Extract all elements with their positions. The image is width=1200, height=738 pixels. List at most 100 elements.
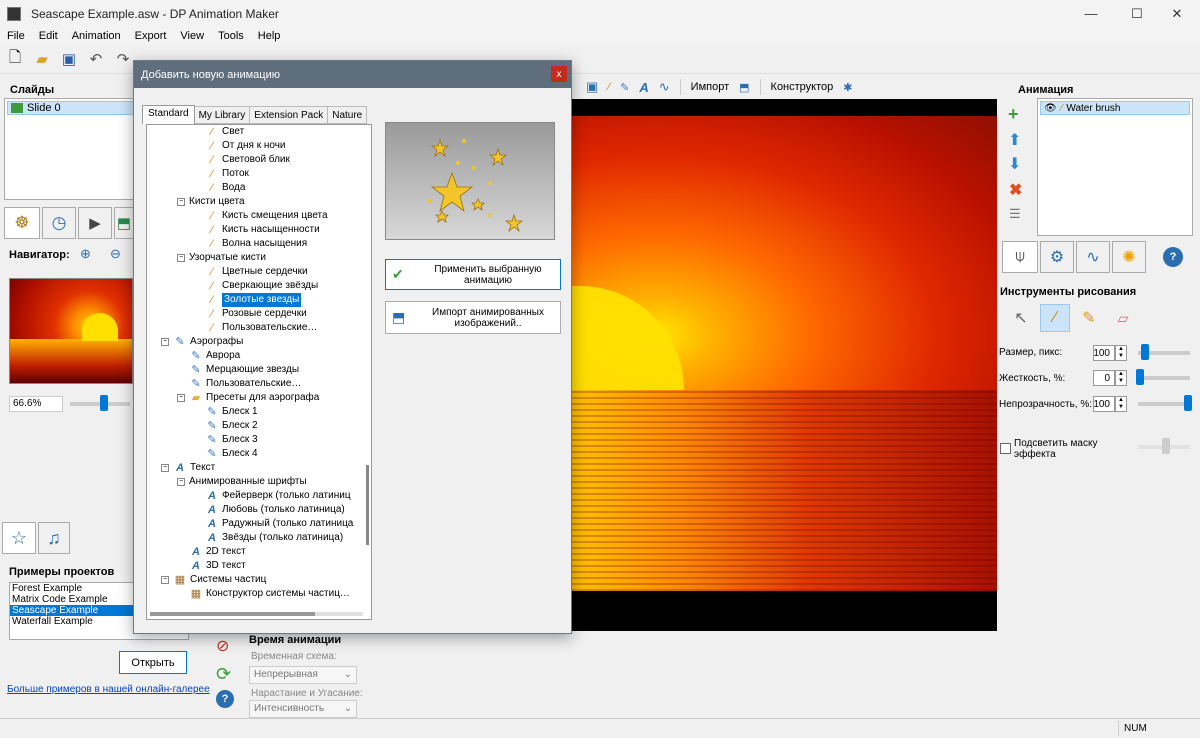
tree-item[interactable]: − Кисти цвета [177, 195, 245, 209]
tree-item[interactable]: A Фейерверк (только латиниц [205, 489, 351, 503]
tree-item[interactable]: ⁄ Золотые звезды [205, 293, 302, 307]
tree-item[interactable]: ⁄ Волна насыщения [205, 237, 307, 251]
zoom-out-icon[interactable]: ⊖ [110, 246, 121, 262]
tree-item[interactable]: A Радужный (только латиница [205, 517, 353, 531]
sun-icon[interactable]: ✺ [1112, 241, 1146, 273]
open-button[interactable]: Открыть [119, 651, 187, 674]
tree-item[interactable]: − ▦ Системы частиц [161, 573, 266, 587]
tab-my-library[interactable]: My Library [194, 106, 251, 124]
text-icon[interactable]: A [639, 80, 648, 95]
brush-icon[interactable]: ⁄ [608, 81, 610, 93]
collapse-icon[interactable]: − [161, 464, 169, 472]
navigator-preview[interactable] [9, 278, 133, 384]
tree-item[interactable]: ⁄ Свет [205, 125, 244, 139]
gallery-link[interactable]: Больше примеров в нашей онлайн-галерее [7, 684, 210, 695]
zoom-value-field[interactable]: 66.6% [9, 396, 63, 412]
hardness-slider-track[interactable] [1138, 376, 1190, 380]
help-icon[interactable]: ? [1163, 247, 1183, 267]
menu-view[interactable]: View [173, 30, 211, 42]
tree-item[interactable]: − A Текст [161, 461, 215, 475]
tree-item[interactable]: ⁄ Поток [205, 167, 249, 181]
import-icon[interactable]: ⬒ [739, 81, 749, 94]
tab-nature[interactable]: Nature [328, 106, 368, 124]
menu-edit[interactable]: Edit [32, 30, 65, 42]
wave-icon[interactable]: ∿ [1076, 241, 1110, 273]
apply-animation-button[interactable]: ✔ Применить выбранную анимацию [385, 259, 561, 290]
tree-item[interactable]: ✎ Блеск 1 [205, 405, 257, 419]
tree-item[interactable]: ⁄ Кисть смещения цвета [205, 209, 328, 223]
wave-icon[interactable]: ∿ [659, 79, 670, 95]
zoom-slider-thumb[interactable] [100, 395, 108, 411]
tree-hscroll-thumb[interactable] [150, 612, 315, 616]
menu-help[interactable]: Help [251, 30, 288, 42]
tree-item[interactable]: ✎ Пользовательские… [189, 377, 301, 391]
tree-item[interactable]: ✎ Блеск 3 [205, 433, 257, 447]
opacity-spinner[interactable]: ▲ ▼ [1115, 396, 1127, 412]
highlight-slider-thumb[interactable] [1162, 438, 1170, 454]
menu-file[interactable]: File [0, 30, 32, 42]
eraser-icon[interactable]: ▱ [1108, 304, 1138, 332]
opacity-field[interactable]: 100 [1093, 396, 1115, 412]
close-window-button[interactable]: ✕ [1154, 0, 1200, 27]
tab-standard[interactable]: Standard [142, 105, 195, 124]
tree-item[interactable]: ✎ Блеск 4 [205, 447, 257, 461]
collapse-icon[interactable]: − [161, 576, 169, 584]
opacity-slider-track[interactable] [1138, 402, 1190, 406]
brush-tool-icon[interactable]: ⍦ [1002, 241, 1038, 273]
tree-item[interactable]: A Звёзды (только латиница) [205, 531, 343, 545]
add-icon[interactable]: + [1008, 104, 1019, 125]
collapse-icon[interactable]: − [177, 198, 185, 206]
tree-item[interactable]: ⁄ Цветные сердечки [205, 265, 308, 279]
clock-icon[interactable]: ◷ [42, 207, 76, 239]
airbrush-icon[interactable]: ✎ [620, 81, 629, 94]
star-icon[interactable]: ☆ [2, 522, 36, 554]
music-icon[interactable]: ♫ [38, 522, 70, 554]
save-icon[interactable]: ▣ [58, 48, 80, 70]
tree-item[interactable]: − Анимированные шрифты [177, 475, 307, 489]
tree-item[interactable]: ✎ Аврора [189, 349, 240, 363]
tree-vscroll-thumb[interactable] [366, 465, 369, 545]
arrow-down-icon[interactable]: ⬇ [1008, 154, 1021, 174]
minimize-button[interactable]: — [1068, 0, 1114, 27]
new-file-icon[interactable]: 🗋 [4, 48, 26, 70]
tree-item[interactable]: A Любовь (только латиница) [205, 503, 345, 517]
tree-item[interactable]: ⁄ Розовые сердечки [205, 307, 307, 321]
tree-item[interactable]: − Узорчатые кисти [177, 251, 266, 265]
tree-item[interactable]: ⁄ Вода [205, 181, 245, 195]
clock-off-icon[interactable]: ⊘ [216, 636, 229, 656]
animation-item[interactable]: 👁 ⁄ Water brush [1040, 101, 1190, 115]
tree-item[interactable]: − ▰ Пресеты для аэрографа [177, 391, 319, 405]
tree-hscroll[interactable] [150, 612, 363, 616]
size-spinner[interactable]: ▲ ▼ [1115, 345, 1127, 361]
zoom-in-icon[interactable]: ⊕ [80, 246, 91, 262]
fade-select[interactable]: Интенсивность ⌄ [249, 700, 357, 718]
menu-animation[interactable]: Animation [65, 30, 128, 42]
help-icon[interactable]: ? [216, 690, 234, 708]
import-animated-images-button[interactable]: ⬒ Импорт анимированных изображений.. [385, 301, 561, 334]
hardness-spinner[interactable]: ▲ ▼ [1115, 370, 1127, 386]
animation-tree[interactable]: ⁄ Свет ⁄ От дня к ночи ⁄ Световой блик ⁄ Поток ⁄… [146, 124, 372, 620]
animation-list[interactable]: 👁 ⁄ Water brush [1037, 98, 1193, 236]
refresh-icon[interactable]: ⟳ [216, 664, 231, 685]
canvas[interactable] [572, 99, 997, 631]
eye-icon[interactable]: 👁 [1044, 103, 1057, 114]
pointer-icon[interactable]: ↖ [1006, 304, 1036, 332]
import-button[interactable]: Импорт [691, 81, 729, 93]
tree-item[interactable]: ✎ Блеск 2 [205, 419, 257, 433]
open-folder-icon[interactable]: ▰ [31, 48, 53, 70]
tree-item[interactable]: ⁄ Пользовательские… [205, 321, 317, 335]
constructor-button[interactable]: Конструктор [771, 81, 834, 93]
collapse-icon[interactable]: − [161, 338, 169, 346]
dialog-close-button[interactable]: x [551, 66, 567, 82]
scheme-select[interactable]: Непрерывная ⌄ [249, 666, 357, 684]
opacity-slider-thumb[interactable] [1184, 395, 1192, 411]
tree-item[interactable]: ✎ Мерцающие звезды [189, 363, 299, 377]
tree-item[interactable]: ⁄ От дня к ночи [205, 139, 285, 153]
tools-icon[interactable]: ✱ [843, 81, 852, 94]
menu-export[interactable]: Export [128, 30, 174, 42]
tree-item[interactable]: ⁄ Световой блик [205, 153, 290, 167]
tab-extension-pack[interactable]: Extension Pack [250, 106, 329, 124]
pencil-icon[interactable]: ✎ [1074, 304, 1104, 332]
size-slider-thumb[interactable] [1140, 344, 1149, 360]
help-tab[interactable]: ? [1148, 241, 1198, 273]
